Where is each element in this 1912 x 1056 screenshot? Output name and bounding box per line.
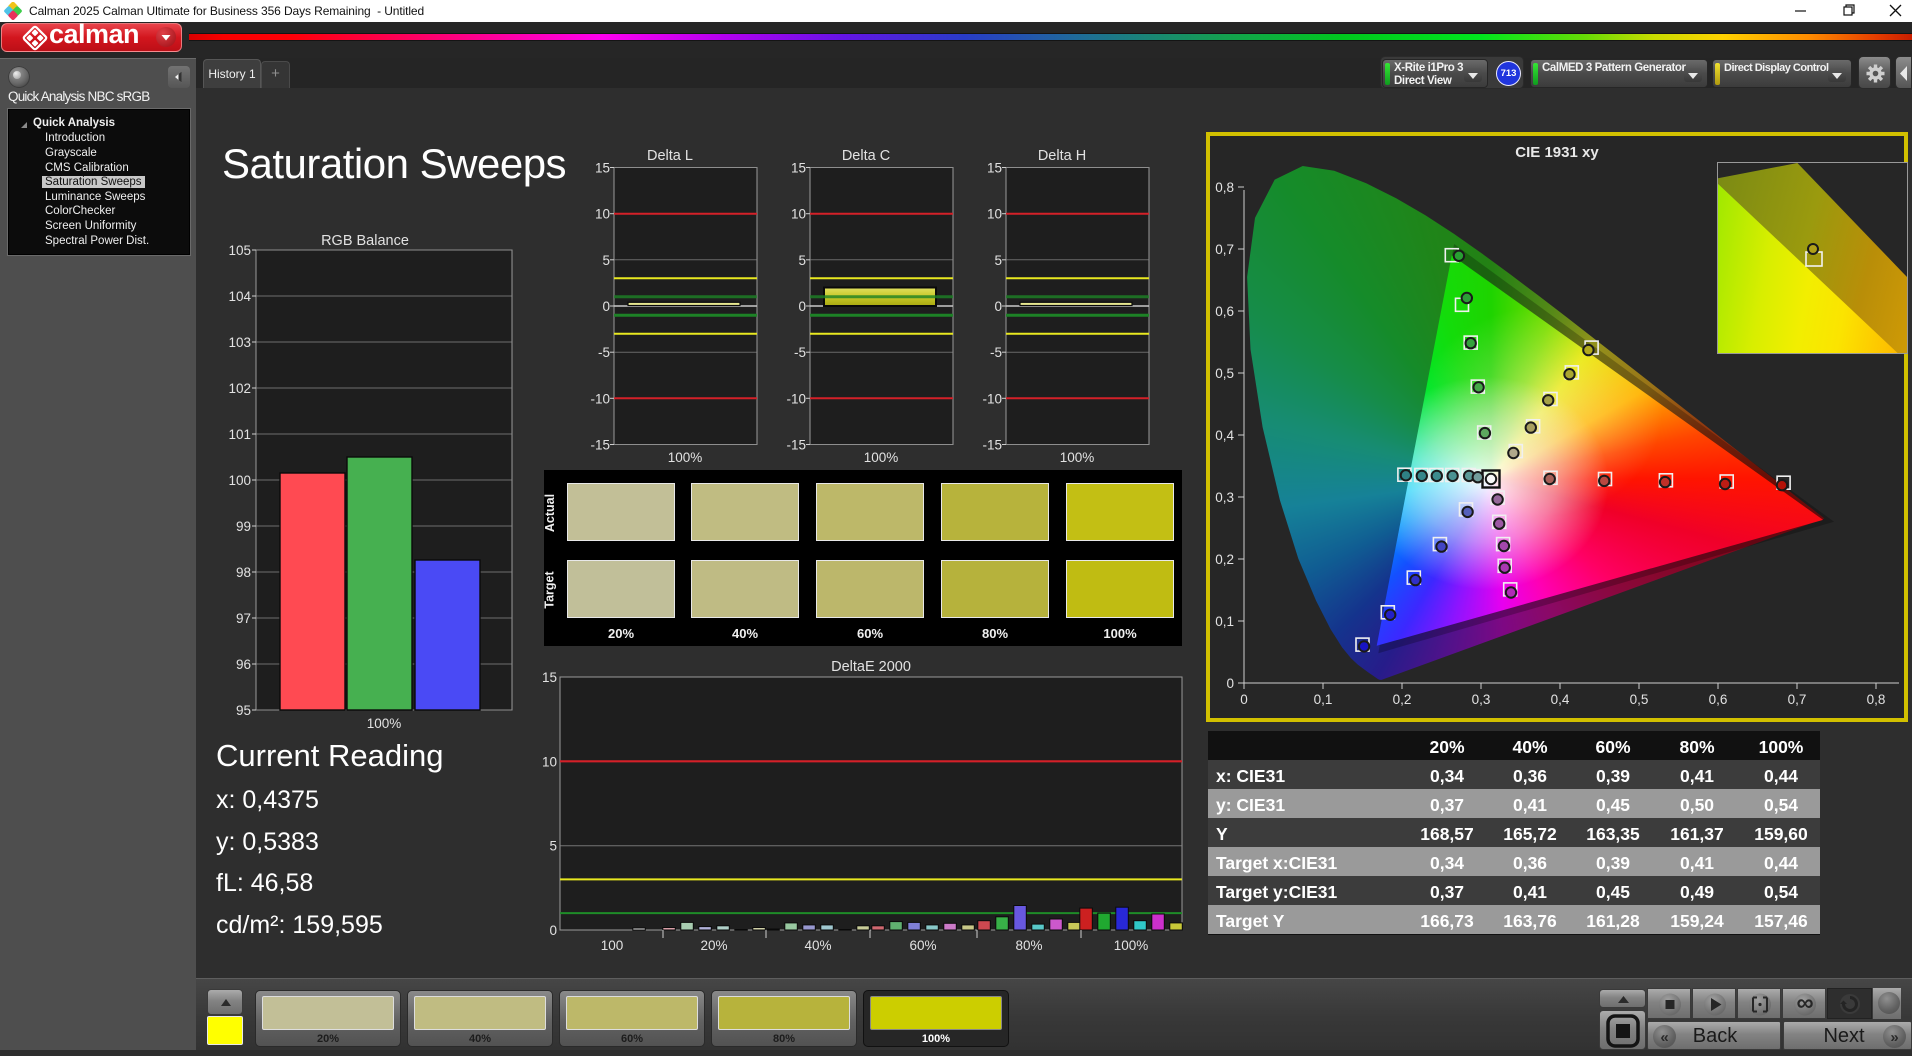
svg-text:100: 100 [601, 938, 624, 953]
svg-text:40%: 40% [804, 938, 831, 953]
svg-text:15: 15 [987, 161, 1002, 176]
svg-text:15: 15 [791, 161, 806, 176]
svg-text:0,5: 0,5 [1630, 692, 1649, 707]
svg-text:99: 99 [236, 519, 251, 534]
svg-text:∞: ∞ [1796, 990, 1813, 1017]
svg-text:100: 100 [228, 473, 251, 488]
svg-text:0: 0 [549, 923, 557, 938]
svg-text:0,1: 0,1 [1215, 614, 1234, 629]
svg-text:-15: -15 [590, 438, 610, 453]
svg-text:-10: -10 [982, 391, 1002, 406]
svg-text:Delta C: Delta C [842, 148, 890, 164]
svg-text:0,8: 0,8 [1867, 692, 1886, 707]
svg-text:0,4: 0,4 [1215, 428, 1234, 443]
svg-text:0,5: 0,5 [1215, 366, 1234, 381]
svg-text:0: 0 [798, 299, 806, 314]
svg-text:100%: 100% [367, 716, 402, 731]
svg-text:-5: -5 [990, 345, 1002, 360]
svg-text:0,2: 0,2 [1215, 552, 1234, 567]
svg-text:DeltaE 2000: DeltaE 2000 [831, 659, 911, 675]
svg-text:100%: 100% [1114, 938, 1149, 953]
svg-text:10: 10 [595, 207, 610, 222]
svg-text:0,8: 0,8 [1215, 180, 1234, 195]
svg-text:0,6: 0,6 [1215, 304, 1234, 319]
svg-text:5: 5 [798, 253, 806, 268]
svg-text:0,4: 0,4 [1551, 692, 1570, 707]
svg-text:0,3: 0,3 [1472, 692, 1491, 707]
svg-text:60%: 60% [909, 938, 936, 953]
svg-text:Delta H: Delta H [1038, 148, 1086, 164]
svg-text:-5: -5 [598, 345, 610, 360]
svg-text:-10: -10 [590, 391, 610, 406]
svg-text:98: 98 [236, 565, 251, 580]
svg-text:100%: 100% [864, 450, 899, 465]
svg-text:15: 15 [542, 670, 557, 685]
svg-text:0: 0 [994, 299, 1002, 314]
svg-text:RGB Balance: RGB Balance [321, 233, 409, 249]
svg-text:95: 95 [236, 703, 251, 718]
svg-text:0: 0 [602, 299, 610, 314]
svg-text:0,3: 0,3 [1215, 490, 1234, 505]
svg-text:0: 0 [1226, 676, 1234, 691]
svg-text:20%: 20% [700, 938, 727, 953]
svg-text:-10: -10 [786, 391, 806, 406]
svg-text:96: 96 [236, 657, 251, 672]
svg-text:102: 102 [228, 381, 251, 396]
svg-text:-5: -5 [794, 345, 806, 360]
svg-text:0,2: 0,2 [1393, 692, 1412, 707]
svg-text:-15: -15 [786, 438, 806, 453]
svg-text:104: 104 [228, 289, 251, 304]
svg-text:100%: 100% [1060, 450, 1095, 465]
svg-text:0,7: 0,7 [1788, 692, 1807, 707]
svg-text:-15: -15 [982, 438, 1002, 453]
svg-text:0,1: 0,1 [1314, 692, 1333, 707]
svg-text:5: 5 [602, 253, 610, 268]
svg-text:0,7: 0,7 [1215, 242, 1234, 257]
svg-text:5: 5 [994, 253, 1002, 268]
svg-text:10: 10 [987, 207, 1002, 222]
svg-text:0: 0 [1240, 692, 1248, 707]
svg-text:10: 10 [542, 754, 557, 769]
svg-text:80%: 80% [1015, 938, 1042, 953]
svg-text:100%: 100% [668, 450, 703, 465]
svg-text:15: 15 [595, 161, 610, 176]
svg-text:Delta L: Delta L [647, 148, 693, 164]
svg-text:105: 105 [228, 243, 251, 258]
svg-text:0,6: 0,6 [1709, 692, 1728, 707]
svg-text:101: 101 [228, 427, 251, 442]
svg-text:10: 10 [791, 207, 806, 222]
svg-text:97: 97 [236, 611, 251, 626]
svg-text:5: 5 [549, 839, 557, 854]
svg-text:103: 103 [228, 335, 251, 350]
